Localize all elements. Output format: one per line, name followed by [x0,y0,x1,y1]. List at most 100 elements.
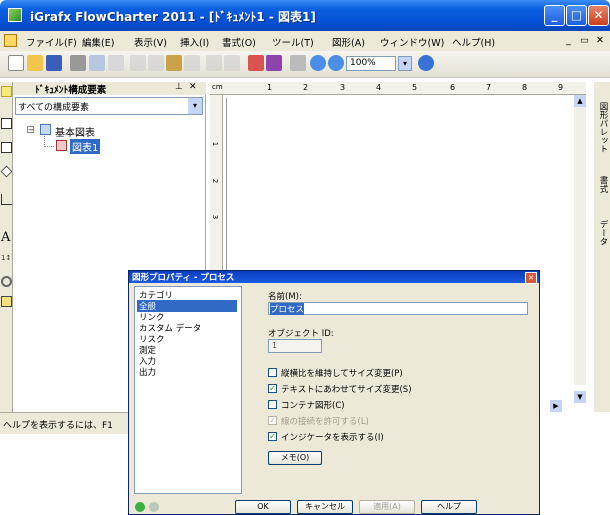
cancel-button[interactable]: キャンセル [297,500,353,514]
category-item-output[interactable]: 出力 [139,366,156,378]
minimize-button[interactable]: _ [544,5,565,26]
menu-insert[interactable]: 挿入(I) [180,35,209,49]
close-button[interactable]: ✕ [588,5,609,26]
element-filter-value: すべての構成要素 [18,103,90,113]
ok-button[interactable]: OK [235,500,291,514]
back-icon[interactable] [310,55,326,71]
layout-icon[interactable] [290,55,306,71]
card-tool-icon[interactable] [1,118,12,129]
pointer-tool-icon[interactable] [1,86,12,97]
ruler-tick: 2 [303,83,309,92]
panel-close-icon[interactable]: ✕ [189,82,197,92]
category-list[interactable]: カテゴリ 全般 リンク カスタム データ リスク 測定 入力 出力 [134,286,242,494]
element-filter-select[interactable]: すべての構成要素 ▾ [15,97,203,115]
menu-file[interactable]: ファイル(F) [26,35,77,49]
save-icon[interactable] [46,55,62,71]
shape-properties-dialog: 図形プロパティ - プロセス ✕ カテゴリ 全般 リンク カスタム データ リス… [128,270,540,515]
forward-arrow-icon[interactable] [149,502,159,512]
zoom-combo[interactable]: 100% [346,56,396,71]
ruler-tick: 6 [450,83,456,92]
note-tool-icon[interactable] [1,296,12,307]
ruler-tick: 7 [486,83,492,92]
tree-item-basic-diagram[interactable]: 基本図表 [55,124,95,139]
status-text: ヘルプを表示するには、F1 [3,421,113,431]
format-tab[interactable]: 書式 [595,164,609,202]
object-id-label: オブジェクト ID: [268,329,334,339]
keep-aspect-checkbox[interactable] [268,368,277,377]
allow-line-connect-label: 線の接続を許可する(L) [281,417,369,427]
name-input[interactable]: プロセス [268,302,528,315]
connector-tool-icon[interactable] [1,194,12,205]
ruler-tick: 8 [522,83,528,92]
cut-icon[interactable] [130,55,146,71]
tab-label: 書式 [598,176,608,193]
show-indicator-checkbox[interactable]: ✓ [268,432,277,441]
print-icon[interactable] [70,55,86,71]
dialog-title-bar[interactable]: 図形プロパティ - プロセス ✕ [129,271,539,284]
diagram-folder-icon [40,124,51,135]
window-title: iGrafx FlowCharter 2011 - [ﾄﾞｷｭﾒﾝﾄ1 - 図表… [30,10,316,24]
tree-collapse-icon[interactable]: − [27,126,34,134]
fit-text-checkbox[interactable]: ✓ [268,384,277,393]
menu-tools[interactable]: ツール(T) [272,35,314,49]
menu-edit[interactable]: 編集(E) [82,35,114,49]
ruler-tick: 1 [211,141,220,147]
object-id-field: 1 [268,339,322,353]
diamond-tool-icon[interactable] [0,165,13,178]
redo-icon[interactable] [224,55,240,71]
menu-shape[interactable]: 図形(A) [332,35,365,49]
shape-tool-icon[interactable] [248,55,264,71]
ruler-tick: 5 [412,83,418,92]
container-shape-label: コンテナ図形(C) [281,401,345,411]
standard-toolbar: 100% ▾ [0,51,610,78]
hscroll-right-button[interactable]: ▶ [550,400,562,412]
allow-line-connect-checkbox: ✓ [268,416,277,425]
forward-icon[interactable] [328,55,344,71]
ruler-tick: 1 [267,83,273,92]
memo-button[interactable]: メモ(O) [268,451,322,465]
title-bar[interactable]: iGrafx FlowCharter 2011 - [ﾄﾞｷｭﾒﾝﾄ1 - 図表… [0,0,610,31]
shape-palette-tab[interactable]: 図形パレット [595,88,609,158]
scroll-up-button[interactable]: ▲ [574,95,586,107]
undo-icon[interactable] [206,55,222,71]
tab-label: データ [598,220,608,246]
copy-icon[interactable] [148,55,164,71]
tree-item-diagram1[interactable]: 図表1 [70,139,101,154]
scroll-down-button[interactable]: ▼ [574,391,586,403]
back-arrow-icon[interactable] [135,502,145,512]
number-tool-icon[interactable]: 1↕ [1,254,12,265]
zoom-tool-icon[interactable] [1,276,12,287]
text-tool-icon[interactable]: A [1,230,10,245]
apply-button[interactable]: 適用(A) [359,500,415,514]
mdi-minimize-button[interactable]: _ [566,35,571,46]
help-icon[interactable] [418,55,434,71]
print-preview-icon[interactable] [89,55,105,71]
pin-icon[interactable]: ⊥ [175,82,183,92]
data-tab[interactable]: データ [595,208,609,248]
format-painter-icon[interactable] [184,55,200,71]
zoom-dropdown-button[interactable]: ▾ [398,56,412,71]
dialog-title: 図形プロパティ - プロセス [132,273,235,283]
ruler-tick: 9 [558,83,564,92]
dialog-close-button[interactable]: ✕ [525,272,537,284]
help-button[interactable]: ヘルプ [421,500,477,514]
menu-window[interactable]: ウィンドウ(W) [380,35,444,49]
open-icon[interactable] [27,55,43,71]
mdi-close-button[interactable]: ✕ [596,35,604,46]
vertical-scrollbar[interactable]: ▲ ▼ [574,95,586,403]
menu-help[interactable]: ヘルプ(H) [452,35,495,49]
fit-text-label: テキストにあわせてサイズ変更(S) [281,385,412,395]
new-icon[interactable] [8,55,24,71]
mdi-restore-button[interactable]: ▭ [580,35,589,46]
paste-icon[interactable] [166,55,182,71]
menu-format[interactable]: 書式(O) [222,35,256,49]
pencil-icon[interactable] [266,55,282,71]
menu-bar: ファイル(F) 編集(E) 表示(V) 挿入(I) 書式(O) ツール(T) 図… [0,31,610,51]
chevron-down-icon[interactable]: ▾ [188,98,202,114]
spelling-icon[interactable] [108,55,124,71]
rectangle-tool-icon[interactable] [1,142,12,153]
container-shape-checkbox[interactable] [268,400,277,409]
name-input-value: プロセス [270,303,305,315]
menu-view[interactable]: 表示(V) [134,35,167,49]
maximize-button[interactable]: □ [566,5,587,26]
